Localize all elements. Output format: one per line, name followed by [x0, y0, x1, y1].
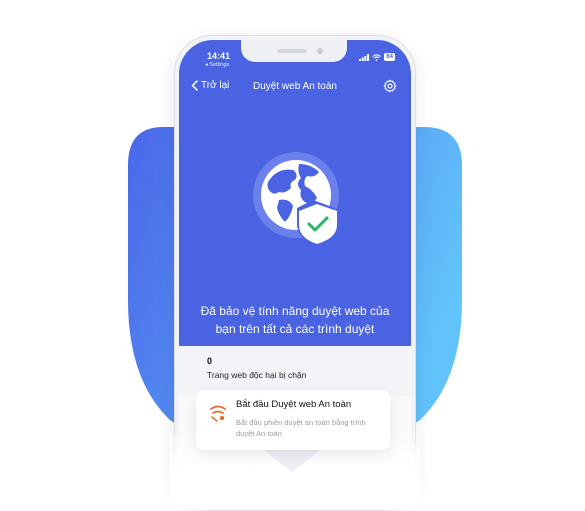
signal-icon [359, 53, 370, 61]
protection-description: Đã bảo vệ tính năng duyệt web của bạn tr… [200, 304, 390, 336]
card-subtitle: Bắt đầu phiên duyệt an toàn bằng trình d… [236, 418, 366, 438]
page-title: Duyệt web An toàn [253, 81, 337, 92]
blocked-stats: 0 Trang web độc hại bị chặn [179, 346, 411, 396]
gear-icon[interactable] [383, 79, 397, 93]
hero-panel: 14:41 ◂ Settings 64 Trở lại Duyệt web An… [179, 40, 411, 346]
status-time: 14:41 [207, 51, 231, 61]
card-title: Bắt đầu Duyệt web An toàn [236, 399, 352, 410]
navigation-bar: Trở lại Duyệt web An toàn [179, 79, 411, 100]
wifi-icon [372, 53, 382, 61]
globe-shield-icon [253, 152, 339, 244]
phone-camera [317, 48, 323, 54]
battery-indicator: 64 [384, 53, 395, 61]
status-indicators: 64 [359, 53, 395, 61]
safe-browsing-icon [210, 405, 226, 422]
status-back-app[interactable]: ◂ Settings [205, 62, 229, 68]
start-safe-browsing-card[interactable]: Bắt đầu Duyệt web An toàn Bắt đầu phiên … [196, 390, 390, 450]
blocked-count: 0 [207, 356, 213, 366]
blocked-label: Trang web độc hại bị chặn [207, 370, 307, 380]
phone-speaker [277, 49, 307, 53]
